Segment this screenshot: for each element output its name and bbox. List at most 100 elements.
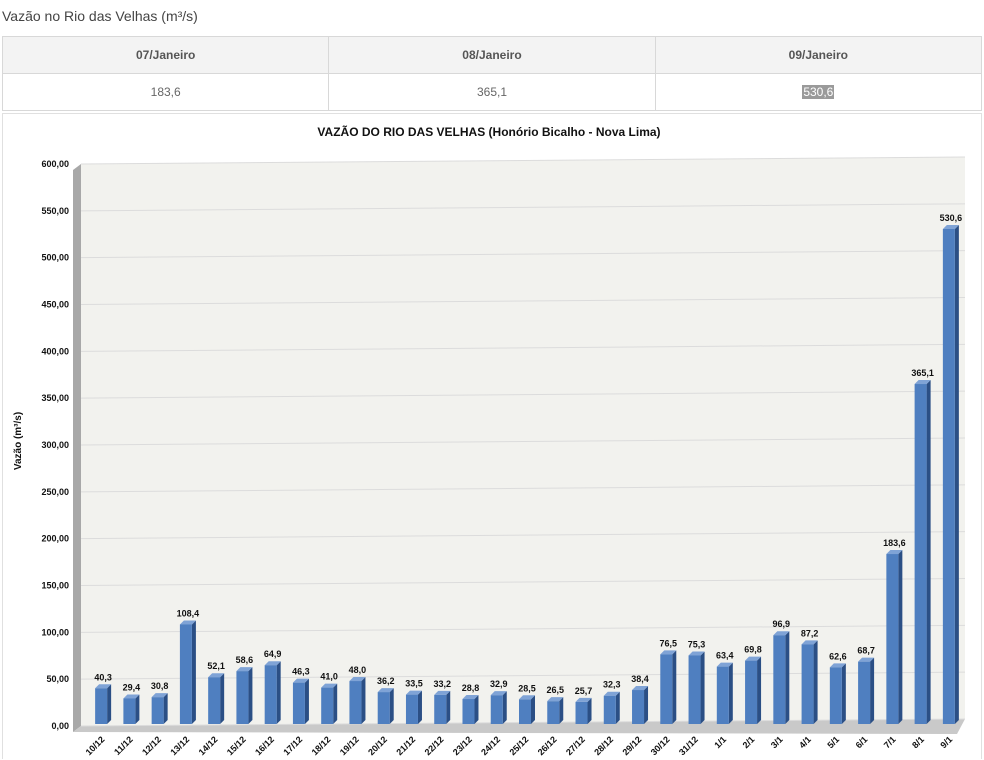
x-tick-label: 31/12 — [677, 734, 700, 757]
bar — [236, 671, 249, 724]
bar — [179, 624, 192, 724]
bar — [858, 661, 871, 724]
bar — [886, 554, 899, 724]
y-tick-label: 450,00 — [41, 300, 69, 310]
data-label: 68,7 — [857, 646, 875, 656]
y-tick-label: 300,00 — [41, 440, 69, 450]
bar-side — [220, 673, 225, 724]
bar — [942, 229, 955, 724]
y-tick-label: 550,00 — [41, 206, 69, 216]
bar-side — [954, 225, 959, 724]
bar — [151, 697, 164, 724]
data-label: 30,8 — [151, 681, 169, 691]
x-tick-label: 3/1 — [769, 734, 785, 750]
bar-side — [841, 663, 846, 724]
bar — [321, 687, 334, 724]
bar-side — [191, 620, 196, 724]
bar — [349, 681, 362, 724]
data-label: 32,3 — [603, 680, 621, 690]
bar — [519, 699, 531, 724]
bar — [773, 635, 786, 724]
flow-table-header: 08/Janeiro — [328, 36, 656, 74]
bar-side — [898, 550, 903, 724]
y-tick-label: 200,00 — [41, 534, 69, 544]
x-tick-label: 29/12 — [620, 734, 643, 757]
x-tick-label: 13/12 — [168, 734, 191, 757]
flow-table-header-row: 07/Janeiro 08/Janeiro 09/Janeiro — [1, 36, 983, 74]
data-label: 75,3 — [688, 639, 706, 649]
x-tick-label: 17/12 — [281, 734, 304, 757]
bar — [575, 701, 588, 724]
data-label: 365,1 — [911, 368, 934, 378]
y-tick-label: 0,00 — [51, 721, 69, 731]
data-label: 183,6 — [883, 538, 906, 548]
data-label: 41,0 — [320, 672, 338, 682]
data-label: 48,0 — [349, 665, 367, 675]
bar-side — [700, 651, 705, 724]
x-tick-label: 7/1 — [882, 734, 898, 750]
bar-side — [333, 683, 338, 724]
bar-side — [135, 694, 140, 724]
bar-side — [644, 686, 649, 724]
x-tick-label: 22/12 — [423, 734, 446, 757]
data-label: 108,4 — [177, 608, 200, 618]
bar — [208, 677, 221, 724]
data-label: 69,8 — [744, 645, 762, 655]
x-tick-label: 16/12 — [253, 734, 276, 757]
data-label: 28,5 — [518, 683, 536, 693]
bar-side — [474, 695, 479, 724]
data-label: 33,5 — [405, 679, 423, 689]
data-label: 63,4 — [716, 651, 734, 661]
y-tick-label: 600,00 — [41, 159, 69, 169]
bar-side — [107, 684, 112, 724]
chart-title: VAZÃO DO RIO DAS VELHAS (Honório Bicalho… — [317, 124, 660, 139]
bar — [462, 699, 475, 724]
data-label: 32,9 — [490, 679, 508, 689]
bar — [603, 695, 616, 724]
bar-side — [248, 667, 253, 724]
x-tick-label: 23/12 — [451, 734, 474, 757]
x-tick-label: 4/1 — [797, 734, 813, 750]
flow-table-row: 183,6 365,1 530,6 — [1, 73, 983, 111]
x-tick-label: 21/12 — [394, 734, 417, 757]
x-tick-label: 28/12 — [592, 734, 615, 757]
bar-side — [813, 640, 818, 724]
bar — [377, 692, 390, 724]
bar — [688, 655, 701, 724]
x-tick-label: 11/12 — [112, 734, 135, 757]
bar — [745, 660, 758, 724]
bar — [914, 384, 927, 724]
data-label: 26,5 — [546, 685, 564, 695]
x-tick-label: 14/12 — [197, 734, 220, 757]
bar-side — [304, 678, 309, 724]
y-tick-label: 500,00 — [41, 253, 69, 263]
bar-side — [870, 657, 875, 724]
data-label: 76,5 — [660, 638, 678, 648]
bar — [660, 654, 673, 724]
data-label: 36,2 — [377, 676, 395, 686]
plot-left-wall — [73, 164, 81, 732]
y-axis-label: Vazão (m³/s) — [13, 412, 24, 470]
y-tick-label: 350,00 — [41, 393, 69, 403]
x-tick-label: 15/12 — [225, 734, 248, 757]
bar — [292, 682, 305, 724]
data-label: 64,9 — [264, 649, 282, 659]
bar — [632, 690, 645, 724]
x-tick-label: 26/12 — [536, 734, 559, 757]
data-label: 58,6 — [236, 655, 254, 665]
data-label: 38,4 — [631, 674, 649, 684]
x-tick-label: 1/1 — [712, 734, 728, 750]
bar-side — [672, 650, 677, 724]
x-tick-label: 25/12 — [507, 734, 530, 757]
x-tick-label: 5/1 — [825, 734, 841, 750]
flow-table-cell: 183,6 — [1, 73, 330, 111]
bar — [434, 694, 447, 724]
bar — [405, 694, 418, 724]
bar-side — [502, 691, 507, 724]
data-label: 25,7 — [575, 686, 593, 696]
bar — [829, 667, 842, 724]
bar — [547, 701, 560, 724]
page-title: Vazão no Rio das Velhas (m³/s) — [2, 8, 198, 24]
x-tick-label: 18/12 — [310, 734, 333, 757]
bar — [716, 666, 729, 724]
